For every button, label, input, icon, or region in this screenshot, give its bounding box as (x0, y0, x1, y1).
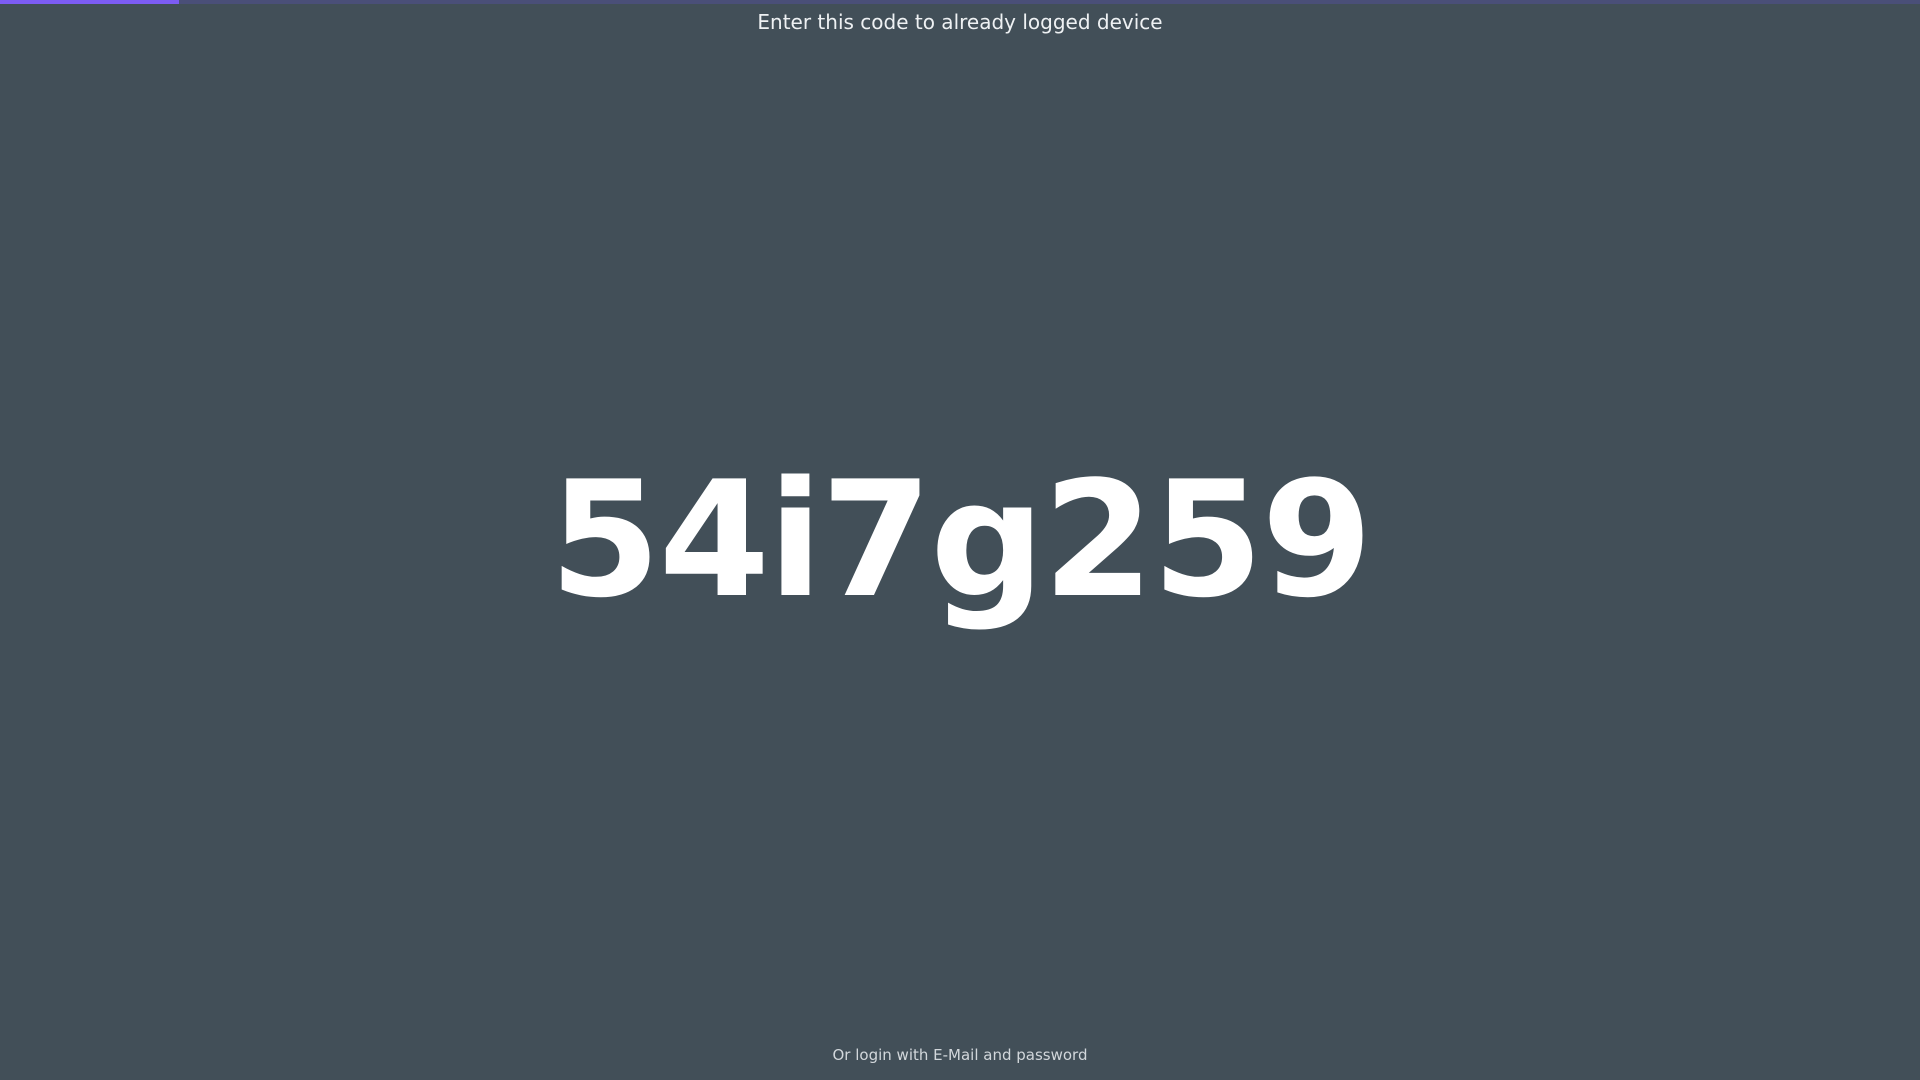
email-login-link[interactable]: Or login with E-Mail and password (0, 1045, 1920, 1065)
pairing-code: 54i7g259 (549, 446, 1372, 633)
progress-bar (0, 0, 1920, 4)
progress-bar-fill (0, 0, 179, 4)
instruction-text: Enter this code to already logged device (757, 10, 1163, 34)
